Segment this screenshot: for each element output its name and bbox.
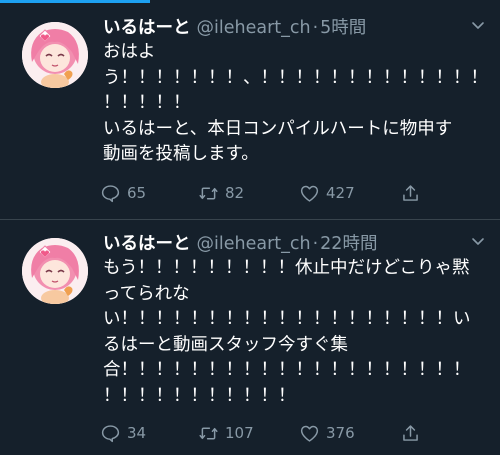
reply-icon — [101, 184, 120, 202]
tweet[interactable]: いるはーと @ileheart_ch · 5時間 おはよ う！！！！！！！、！！！！！… — [0, 0, 500, 219]
chevron-down-icon[interactable] — [470, 233, 486, 249]
separator-dot: · — [312, 18, 319, 38]
tweet-text-line: いるはーと、本日コンパイルハートに物申す — [103, 118, 453, 139]
tweet[interactable]: いるはーと @ileheart_ch · 22時間 もう！！！！！！！！！休止中だけど… — [0, 220, 500, 455]
heart-icon — [300, 185, 319, 202]
reply-count: 65 — [127, 184, 147, 202]
retweet-icon — [199, 187, 218, 199]
timestamp[interactable]: 5時間 — [320, 18, 366, 38]
heart-icon — [300, 425, 319, 442]
retweet-button[interactable]: 82 — [198, 180, 244, 206]
avatar[interactable] — [22, 22, 88, 88]
avatar[interactable] — [22, 238, 88, 304]
tweet-text-line: ってられな — [103, 283, 190, 304]
share-button[interactable] — [400, 420, 421, 446]
like-button[interactable]: 427 — [299, 180, 355, 206]
display-name[interactable]: いるはーと — [103, 234, 191, 254]
tweet-text-line: るはーと動画スタッフ今すぐ集 — [103, 334, 348, 355]
retweet-count: 107 — [225, 424, 254, 442]
user-handle[interactable]: @ileheart_ch — [197, 234, 311, 254]
tweet-text: おはよ う！！！！！！！、！！！！！！！！！！！！！ ！！！！！ いるはーと、本… — [103, 40, 498, 168]
like-button[interactable]: 376 — [299, 420, 355, 446]
like-count: 427 — [326, 184, 355, 202]
tweet-text-line: おはよ — [103, 42, 156, 62]
retweet-count: 82 — [225, 184, 245, 202]
share-icon — [403, 184, 418, 201]
tweet-text-line: う！！！！！！！、！！！！！！！！！！！！！ — [103, 67, 488, 88]
separator-dot: · — [312, 234, 319, 254]
reply-button[interactable]: 34 — [100, 420, 146, 446]
tweet-text-line: ！！！！！ — [103, 93, 191, 113]
reply-count: 34 — [127, 424, 147, 442]
tweet-text-line: い！！！！！！！！！！！！！！！！！！！い — [103, 309, 471, 329]
tweet-text-line: もう！！！！！！！！！休止中だけどこりゃ黙 — [103, 258, 470, 278]
tweet-header: いるはーと @ileheart_ch · 5時間 — [103, 16, 366, 40]
like-count: 376 — [326, 424, 355, 442]
tweet-actions: 34 107 376 — [100, 420, 480, 446]
timestamp[interactable]: 22時間 — [320, 234, 377, 254]
tweet-actions: 65 82 427 — [100, 180, 480, 206]
user-handle[interactable]: @ileheart_ch — [197, 18, 311, 38]
tweet-header: いるはーと @ileheart_ch · 22時間 — [103, 232, 377, 256]
retweet-icon — [199, 427, 218, 439]
tweet-text-line: 合！！！！！！！！！！！！！！！！！！！！ — [103, 360, 471, 380]
tweet-text-line: 動画を投稿します。 — [103, 144, 259, 164]
reply-button[interactable]: 65 — [100, 180, 146, 206]
share-icon — [403, 424, 418, 441]
retweet-button[interactable]: 107 — [198, 420, 254, 446]
tweet-text: もう！！！！！！！！！休止中だけどこりゃ黙 ってられな い！！！！！！！！！！！… — [103, 256, 498, 409]
reply-icon — [101, 424, 120, 442]
share-button[interactable] — [400, 180, 421, 206]
chevron-down-icon[interactable] — [470, 17, 486, 33]
display-name[interactable]: いるはーと — [103, 18, 191, 38]
tweet-text-line: ！！！！！！！！！！！ — [103, 385, 296, 406]
